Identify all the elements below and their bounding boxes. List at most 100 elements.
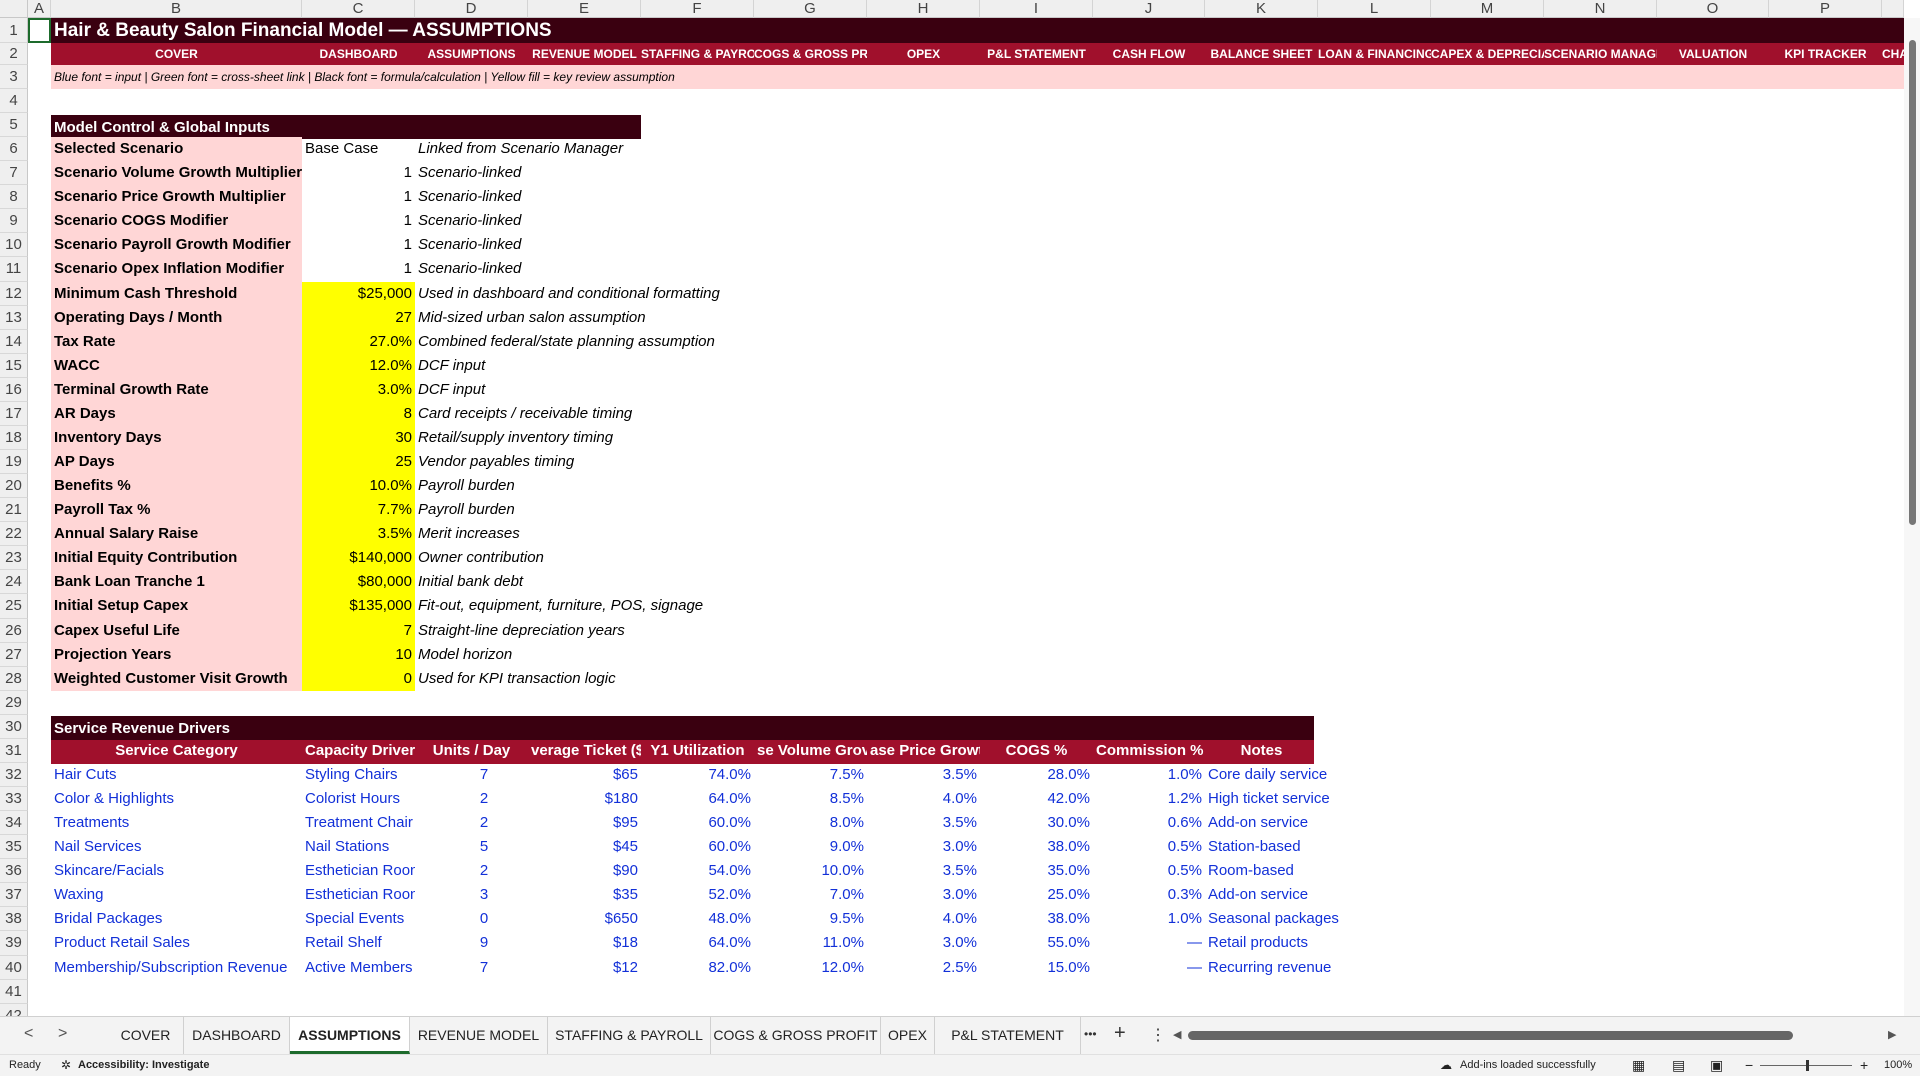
control-value[interactable]: 10 <box>302 643 415 667</box>
nav-link-capex-depreciati[interactable]: CAPEX & DEPRECIATI <box>1431 43 1544 65</box>
service-cell[interactable]: 3.5% <box>867 811 980 835</box>
nav-link-dashboard[interactable]: DASHBOARD <box>302 43 415 65</box>
service-cell[interactable]: $12 <box>528 956 641 980</box>
service-cell[interactable]: $650 <box>528 907 641 931</box>
row-header-12[interactable]: 12 <box>0 281 28 306</box>
service-cell[interactable]: 82.0% <box>641 956 754 980</box>
column-header-i[interactable]: I <box>980 0 1093 18</box>
tab-opex[interactable]: OPEX <box>881 1017 935 1054</box>
service-cell[interactable]: 3.0% <box>867 835 980 859</box>
page-layout-view-icon[interactable]: ▤ <box>1672 1057 1685 1074</box>
service-cell[interactable]: 11.0% <box>754 931 867 955</box>
normal-view-icon[interactable]: ▦ <box>1632 1057 1645 1074</box>
service-cell[interactable]: — <box>1093 956 1205 980</box>
row-header-22[interactable]: 22 <box>0 522 28 547</box>
nav-link-cash-flow[interactable]: CASH FLOW <box>1093 43 1205 65</box>
control-value[interactable]: 10.0% <box>302 474 415 498</box>
control-value[interactable]: $25,000 <box>302 282 415 306</box>
service-cell[interactable]: 38.0% <box>980 835 1093 859</box>
control-value[interactable]: 7.7% <box>302 498 415 522</box>
row-header-18[interactable]: 18 <box>0 425 28 451</box>
tab-staffing-payroll[interactable]: STAFFING & PAYROLL <box>548 1017 711 1054</box>
control-value[interactable]: Base Case <box>302 137 415 161</box>
control-value[interactable]: 7 <box>302 619 415 643</box>
service-cell[interactable]: 1.2% <box>1093 787 1205 811</box>
row-header-14[interactable]: 14 <box>0 329 28 354</box>
service-cell[interactable]: 2 <box>415 859 528 883</box>
more-tabs-icon[interactable]: ••• <box>1084 1027 1097 1041</box>
row-header-8[interactable]: 8 <box>0 185 28 210</box>
control-value[interactable]: 27 <box>302 306 415 330</box>
service-cell[interactable]: $90 <box>528 859 641 883</box>
row-header-34[interactable]: 34 <box>0 811 28 836</box>
service-cell[interactable]: $180 <box>528 787 641 811</box>
service-cell[interactable]: 2 <box>415 811 528 835</box>
service-cell[interactable]: 74.0% <box>641 763 754 787</box>
service-cell[interactable]: Room-based <box>1205 859 1345 883</box>
horizontal-scrollbar[interactable] <box>1188 1031 1793 1040</box>
service-cell[interactable]: Active Members <box>302 956 415 980</box>
vertical-scrollbar[interactable] <box>1904 18 1920 1016</box>
column-header-h[interactable]: H <box>867 0 980 18</box>
service-cell[interactable]: 12.0% <box>754 956 867 980</box>
row-header-13[interactable]: 13 <box>0 305 28 330</box>
tab-cogs-gross-profit[interactable]: COGS & GROSS PROFIT <box>711 1017 881 1054</box>
control-value[interactable]: 3.0% <box>302 378 415 402</box>
row-header-29[interactable]: 29 <box>0 690 28 715</box>
control-value[interactable]: 30 <box>302 426 415 450</box>
hscroll-left-icon[interactable]: ◀ <box>1173 1028 1181 1041</box>
service-cell[interactable]: 4.0% <box>867 787 980 811</box>
nav-link-loan-financing[interactable]: LOAN & FINANCING <box>1318 43 1431 65</box>
tab-dashboard[interactable]: DASHBOARD <box>184 1017 290 1054</box>
service-cell[interactable]: 3 <box>415 883 528 907</box>
row-header-37[interactable]: 37 <box>0 883 28 908</box>
row-header-27[interactable]: 27 <box>0 642 28 667</box>
column-header-m[interactable]: M <box>1431 0 1544 18</box>
service-cell[interactable]: 0.5% <box>1093 859 1205 883</box>
service-cell[interactable]: 2 <box>415 787 528 811</box>
service-cell[interactable]: 52.0% <box>641 883 754 907</box>
row-header-11[interactable]: 11 <box>0 257 28 282</box>
row-header-40[interactable]: 40 <box>0 955 28 980</box>
row-header-35[interactable]: 35 <box>0 835 28 860</box>
page-break-view-icon[interactable]: ▣ <box>1710 1057 1723 1074</box>
nav-link-cover[interactable]: COVER <box>51 43 302 65</box>
nav-link-balance-sheet[interactable]: BALANCE SHEET <box>1205 43 1318 65</box>
row-header-24[interactable]: 24 <box>0 570 28 595</box>
service-cell[interactable]: 7 <box>415 763 528 787</box>
row-header-41[interactable]: 41 <box>0 979 28 1004</box>
row-header-3[interactable]: 3 <box>0 65 28 89</box>
service-cell[interactable]: 64.0% <box>641 787 754 811</box>
row-header-28[interactable]: 28 <box>0 666 28 691</box>
service-cell[interactable]: 2.5% <box>867 956 980 980</box>
service-cell[interactable]: $18 <box>528 931 641 955</box>
service-cell[interactable]: 9.0% <box>754 835 867 859</box>
service-cell[interactable]: 0.6% <box>1093 811 1205 835</box>
service-cell[interactable]: Retail products <box>1205 931 1345 955</box>
tab-revenue-model[interactable]: REVENUE MODEL <box>410 1017 548 1054</box>
column-header-f[interactable]: F <box>641 0 754 18</box>
service-cell[interactable]: 9 <box>415 931 528 955</box>
row-header-4[interactable]: 4 <box>0 89 28 114</box>
column-header-j[interactable]: J <box>1093 0 1205 18</box>
control-value[interactable]: 27.0% <box>302 330 415 354</box>
row-header-10[interactable]: 10 <box>0 233 28 258</box>
nav-link-revenue-model[interactable]: REVENUE MODEL <box>528 43 641 65</box>
service-cell[interactable]: 3.0% <box>867 931 980 955</box>
tab-scroll-right-icon[interactable]: > <box>58 1025 67 1043</box>
column-header-b[interactable]: B <box>51 0 302 18</box>
service-cell[interactable]: 42.0% <box>980 787 1093 811</box>
service-cell[interactable]: 9.5% <box>754 907 867 931</box>
control-value[interactable]: 0 <box>302 667 415 691</box>
service-cell[interactable]: $65 <box>528 763 641 787</box>
zoom-level[interactable]: 100% <box>1884 1059 1912 1071</box>
row-header-9[interactable]: 9 <box>0 209 28 234</box>
row-header-38[interactable]: 38 <box>0 907 28 932</box>
service-cell[interactable]: Esthetician Roon <box>302 883 415 907</box>
control-value[interactable]: $135,000 <box>302 594 415 618</box>
row-header-42[interactable]: 42 <box>0 1003 28 1016</box>
column-header-k[interactable]: K <box>1205 0 1318 18</box>
service-cell[interactable]: Colorist Hours <box>302 787 415 811</box>
service-cell[interactable]: Retail Shelf <box>302 931 415 955</box>
service-cell[interactable]: 1.0% <box>1093 763 1205 787</box>
